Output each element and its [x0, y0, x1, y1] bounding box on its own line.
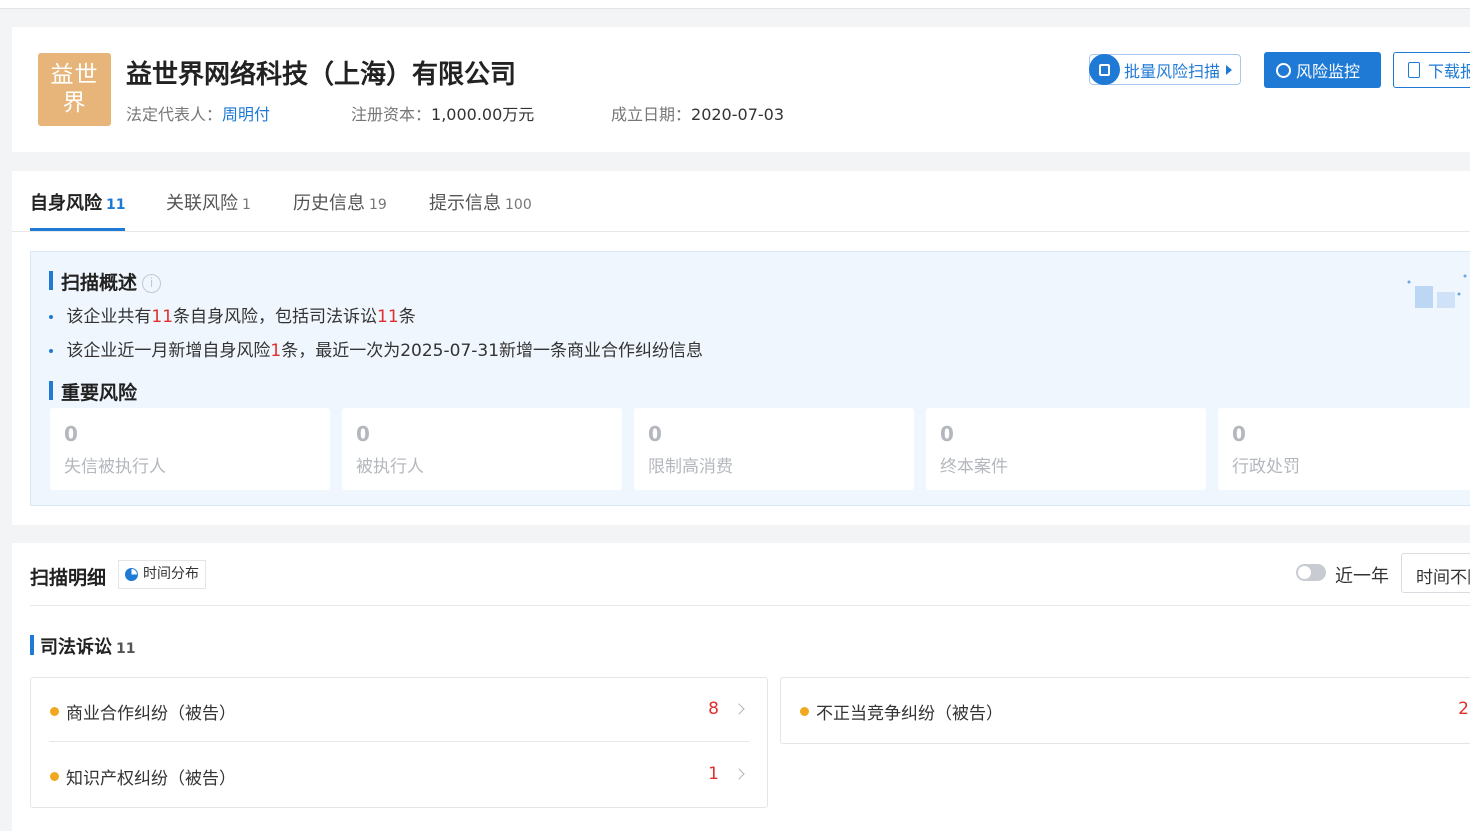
info-icon[interactable]: i — [142, 274, 162, 293]
play-arrow-icon — [1226, 64, 1233, 75]
summary-text: 条 — [398, 307, 416, 327]
batch-scan-button[interactable]: 批量风险扫描 — [1089, 54, 1242, 85]
risk-card-label: 被执行人 — [356, 457, 424, 477]
time-distribution-button[interactable]: 时间分布 — [118, 560, 206, 589]
litigation-title-text: 司法诉讼 — [40, 637, 112, 658]
risk-card-dishonest[interactable]: 0 失信被执行人 — [50, 408, 330, 490]
list-item-count: 1 — [708, 764, 719, 784]
risk-card-label: 行政处罚 — [1232, 457, 1300, 477]
time-filter-select[interactable]: 时间不限 — [1401, 553, 1470, 593]
company-logo: 益世 界 — [38, 53, 111, 126]
list-item-label: 知识产权纠纷（被告） — [66, 769, 236, 789]
logo-text-1: 益世 — [50, 62, 99, 88]
risk-card-value: 0 — [648, 422, 662, 446]
overview-title: 扫描概述 i — [49, 268, 162, 295]
download-report-button[interactable]: 下载报告 — [1393, 52, 1470, 88]
risk-card-value: 0 — [1232, 422, 1246, 446]
tab-self-risk[interactable]: 自身风险 11 — [30, 189, 126, 231]
tab-count: 11 — [106, 197, 126, 213]
company-header: 益世 界 益世界网络科技（上海）有限公司 法定代表人：周明付 注册资本：1,00… — [12, 27, 1470, 152]
risk-card-value: 0 — [64, 422, 78, 446]
bullet-dot — [800, 707, 809, 716]
risk-card-consumption-limit[interactable]: 0 限制高消费 — [634, 408, 914, 490]
list-item-label: 不正当竞争纠纷（被告） — [816, 704, 1003, 724]
risk-card-label: 失信被执行人 — [64, 457, 166, 477]
tab-count: 19 — [369, 197, 387, 213]
detail-title: 扫描明细 — [30, 567, 107, 589]
summary-count: 1 — [270, 341, 282, 361]
list-item[interactable]: 不正当竞争纠纷（被告） 2 — [799, 678, 1469, 742]
list-item-count: 2 — [1458, 699, 1469, 719]
summary-text: 该企业共有 — [66, 307, 152, 327]
monitor-icon — [1276, 62, 1291, 78]
chevron-right-icon — [733, 768, 745, 780]
pie-chart-icon — [125, 568, 138, 581]
capital-label: 注册资本： — [351, 105, 432, 124]
list-item[interactable]: 知识产权纠纷（被告） 1 — [49, 743, 749, 807]
risk-panel: 自身风险 11 关联风险 1 历史信息 19 提示信息 100 扫描概述 i 该企业共有1… — [12, 171, 1470, 525]
tab-label: 自身风险 — [30, 193, 102, 214]
legal-rep-label: 法定代表人： — [126, 105, 223, 124]
risk-card-terminated-cases[interactable]: 0 终本案件 — [926, 408, 1206, 490]
top-bar — [0, 0, 1470, 9]
registered-capital: 注册资本：1,000.00万元 — [351, 101, 534, 125]
decoration-icon — [1407, 274, 1467, 308]
summary-text: 条，最近一次为2025-07-31新增一条商业合作纠纷信息 — [281, 341, 704, 361]
tab-count: 1 — [242, 197, 251, 213]
litigation-list-right: 不正当竞争纠纷（被告） 2 — [780, 677, 1470, 744]
list-item-count: 8 — [708, 699, 719, 719]
risk-card-value: 0 — [940, 422, 954, 446]
batch-scan-label: 批量风险扫描 — [1124, 61, 1221, 81]
recent-year-label: 近一年 — [1335, 566, 1389, 587]
logo-text-2: 界 — [62, 90, 87, 116]
summary-count: 11 — [151, 307, 174, 327]
overview-title-text: 扫描概述 — [61, 272, 138, 294]
chevron-right-icon — [733, 703, 745, 715]
summary-text: 该企业近一月新增自身风险 — [66, 341, 271, 361]
risk-tabs: 自身风险 11 关联风险 1 历史信息 19 提示信息 100 — [12, 171, 1470, 232]
download-report-label: 下载报告 — [1428, 62, 1470, 81]
risk-card-label: 终本案件 — [940, 457, 1008, 477]
pdf-icon — [1408, 62, 1420, 78]
summary-text: 条自身风险，包括司法诉讼 — [173, 307, 378, 327]
founded-date: 成立日期：2020-07-03 — [611, 101, 784, 125]
overview-summary-2: 该企业近一月新增自身风险1条，最近一次为2025-07-31新增一条商业合作纠纷… — [49, 336, 703, 361]
tab-hints[interactable]: 提示信息 100 — [429, 189, 532, 231]
tab-label: 提示信息 — [429, 193, 501, 214]
scan-detail: 扫描明细 时间分布 近一年 时间不限 司法诉讼11 商业合作纠纷（被告） 8 知… — [12, 543, 1470, 831]
important-risk-title: 重要风险 — [49, 378, 137, 405]
tab-related-risk[interactable]: 关联风险 1 — [166, 189, 251, 231]
list-item-label: 商业合作纠纷（被告） — [66, 704, 236, 724]
overview-summary-1: 该企业共有11条自身风险，包括司法诉讼11条 — [49, 302, 416, 327]
founded-value: 2020-07-03 — [691, 105, 784, 124]
scan-overview: 扫描概述 i 该企业共有11条自身风险，包括司法诉讼11条 该企业近一月新增自身风… — [30, 251, 1470, 506]
divider — [30, 605, 1470, 606]
risk-card-label: 限制高消费 — [648, 457, 733, 477]
risk-card-value: 0 — [356, 422, 370, 446]
litigation-title: 司法诉讼 11 — [30, 633, 135, 659]
tab-history[interactable]: 历史信息 19 — [293, 189, 387, 231]
bullet-dot — [50, 707, 59, 716]
risk-monitor-button[interactable]: 风险监控 — [1264, 52, 1381, 88]
risk-monitor-label: 风险监控 — [1296, 62, 1361, 81]
tab-count: 100 — [505, 197, 532, 213]
tab-label: 关联风险 — [166, 193, 238, 214]
tab-label: 历史信息 — [293, 193, 365, 214]
risk-card-executed[interactable]: 0 被执行人 — [342, 408, 622, 490]
summary-count: 11 — [377, 307, 399, 327]
risk-card-admin-penalty[interactable]: 0 行政处罚 — [1218, 408, 1470, 490]
capital-value: 1,000.00万元 — [431, 105, 535, 124]
litigation-count: 11 — [116, 641, 136, 657]
litigation-list-left: 商业合作纠纷（被告） 8 知识产权纠纷（被告） 1 — [30, 677, 768, 808]
list-item[interactable]: 商业合作纠纷（被告） 8 — [49, 678, 749, 742]
legal-rep-link[interactable]: 周明付 — [222, 105, 270, 124]
founded-label: 成立日期： — [611, 105, 692, 124]
recent-year-toggle[interactable] — [1296, 564, 1326, 581]
scan-icon — [1089, 54, 1120, 85]
time-distribution-label: 时间分布 — [143, 566, 199, 582]
bullet-dot — [50, 772, 59, 781]
company-name: 益世界网络科技（上海）有限公司 — [126, 60, 517, 90]
legal-rep: 法定代表人：周明付 — [126, 101, 270, 125]
